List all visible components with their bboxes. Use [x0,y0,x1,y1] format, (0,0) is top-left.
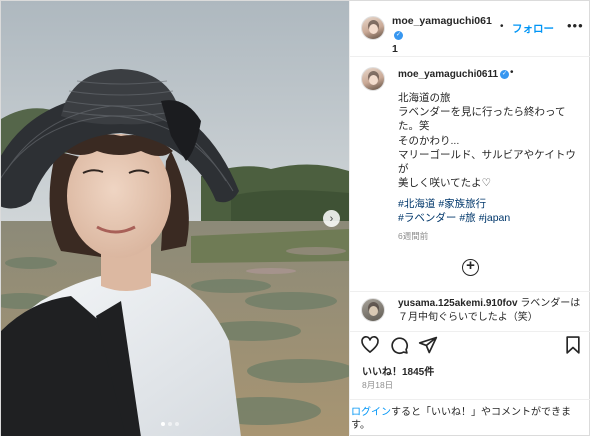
hashtag-link[interactable]: #家族旅行 [438,198,486,210]
caption-line: 美しく咲いてたよ♡ [398,177,492,190]
follow-button[interactable]: フォロー [512,21,554,36]
avatar[interactable] [361,67,385,91]
login-prompt: ログインすると「いいね！」やコメントができます。 [350,399,590,436]
post-date: 8月18日 [362,380,394,390]
login-link[interactable]: ログイン [351,407,391,418]
heart-icon[interactable] [360,335,380,355]
hashtag-link[interactable]: #北海道 [398,198,435,210]
carousel-dot [161,422,165,426]
caption-line: そのかわり... [398,134,460,147]
comment-text: yusama.125akemi.910fov ラベンダーは７月中旬ぐらいでしたよ… [398,297,588,324]
header-username[interactable]: moe_yamaguchi061✓ 1 [392,14,492,56]
hashtag-link[interactable]: #旅 [459,212,475,224]
hashtags: #北海道 #家族旅行 #ラベンダー #旅 #japan [398,197,578,225]
comment-item: yusama.125akemi.910fov ラベンダーは７月中旬ぐらいでしたよ… [350,291,590,331]
comment-username[interactable]: yusama.125akemi.910fov [398,298,518,309]
post-side-panel: moe_yamaguchi061✓ 1 • フォロー ••• moe_yamagu… [349,1,590,436]
avatar[interactable] [361,16,385,40]
load-more-comments-button[interactable]: + [462,257,479,276]
caption: moe_yamaguchi0611 ✓ • 北海道の旅 ラベンダーを見に行ったら終… [350,57,590,287]
caption-timestamp: 6週間前 [398,231,429,241]
hashtag-link[interactable]: #japan [479,212,511,224]
bookmark-icon[interactable] [563,335,583,355]
hashtag-link[interactable]: #ラベンダー [398,212,456,224]
post-photo[interactable]: › [1,1,349,436]
caption-line: 北海道の旅 [398,92,451,104]
caption-line: が [398,163,409,176]
chevron-right-icon: › [329,212,334,225]
caption-text: 北海道の旅 ラベンダーを見に行ったら終わって た。笑 そのかわり... マリーゴ… [398,91,576,190]
comment-icon[interactable] [389,335,409,355]
caption-line: ラベンダーを見に行ったら終わって [398,106,566,119]
likes-count[interactable]: いいね！1845件 [362,363,434,378]
verified-badge-icon: ✓ [500,69,510,79]
carousel-dots [161,422,179,426]
avatar[interactable] [361,298,385,322]
verified-badge-icon: ✓ [394,30,403,40]
photo-illustration [1,1,349,436]
share-icon[interactable] [418,335,438,355]
caption-username[interactable]: moe_yamaguchi0611 ✓ [398,69,510,80]
carousel-dot [175,422,179,426]
caption-line: マリーゴールド、サルビアやケイトウ [398,148,576,161]
carousel-dot [168,422,172,426]
more-options-icon[interactable]: ••• [567,18,584,33]
separator-dot: • [500,21,504,32]
instagram-embed: › moe_yamaguchi061✓ 1 • フォロー ••• moe_yama… [0,0,590,436]
post-header: moe_yamaguchi061✓ 1 • フォロー ••• [350,1,590,57]
carousel-next-button[interactable]: › [323,210,340,227]
caption-line: た。笑 [398,120,430,133]
separator-dot: • [510,67,514,78]
plus-circle-icon: + [466,257,475,274]
action-bar [350,331,590,359]
